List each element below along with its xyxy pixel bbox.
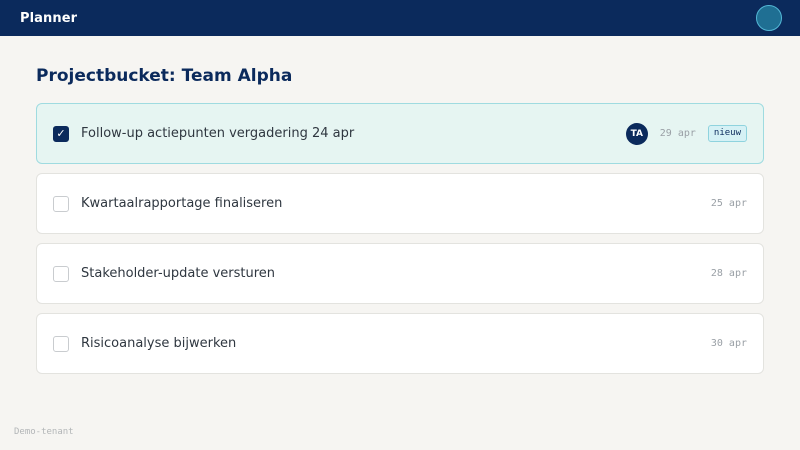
due-date: 28 apr <box>710 268 747 279</box>
task-card[interactable]: Kwartaalrapportage finaliseren 25 apr <box>36 173 764 234</box>
task-title: Stakeholder-update versturen <box>81 266 276 281</box>
task-title: Risicoanalyse bijwerken <box>81 336 237 351</box>
task-meta: 25 apr <box>711 198 747 209</box>
assignee-avatar[interactable]: TA <box>625 122 648 145</box>
task-card[interactable]: Stakeholder-update versturen 28 apr <box>36 243 764 304</box>
top-bar: Planner <box>0 0 800 36</box>
new-badge: nieuw <box>707 125 747 142</box>
task-meta: 28 apr <box>711 268 747 279</box>
task-meta: 30 apr <box>711 338 747 349</box>
task-meta: TA 29 apr nieuw <box>625 122 747 145</box>
task-card[interactable]: ✓ Follow-up actiepunten vergadering 24 a… <box>36 103 764 164</box>
due-date: 30 apr <box>710 338 747 349</box>
check-icon: ✓ <box>56 127 66 140</box>
task-checkbox[interactable] <box>53 335 69 352</box>
due-date: 25 apr <box>710 198 747 209</box>
page-title: Projectbucket: Team Alpha <box>36 66 293 86</box>
app-title: Planner <box>20 10 78 26</box>
task-title: Follow-up actiepunten vergadering 24 apr <box>81 126 355 141</box>
due-date: 29 apr <box>659 128 696 139</box>
task-checkbox[interactable] <box>53 195 69 212</box>
task-checkbox[interactable] <box>53 265 69 282</box>
task-list: ✓ Follow-up actiepunten vergadering 24 a… <box>36 103 764 374</box>
tenant-label: Demo-tenant <box>14 427 74 437</box>
task-checkbox[interactable]: ✓ <box>53 125 69 142</box>
task-card[interactable]: Risicoanalyse bijwerken 30 apr <box>36 313 764 374</box>
task-title: Kwartaalrapportage finaliseren <box>81 196 283 211</box>
user-avatar[interactable] <box>756 5 782 31</box>
main-content: Projectbucket: Team Alpha ✓ Follow-up ac… <box>36 66 764 374</box>
